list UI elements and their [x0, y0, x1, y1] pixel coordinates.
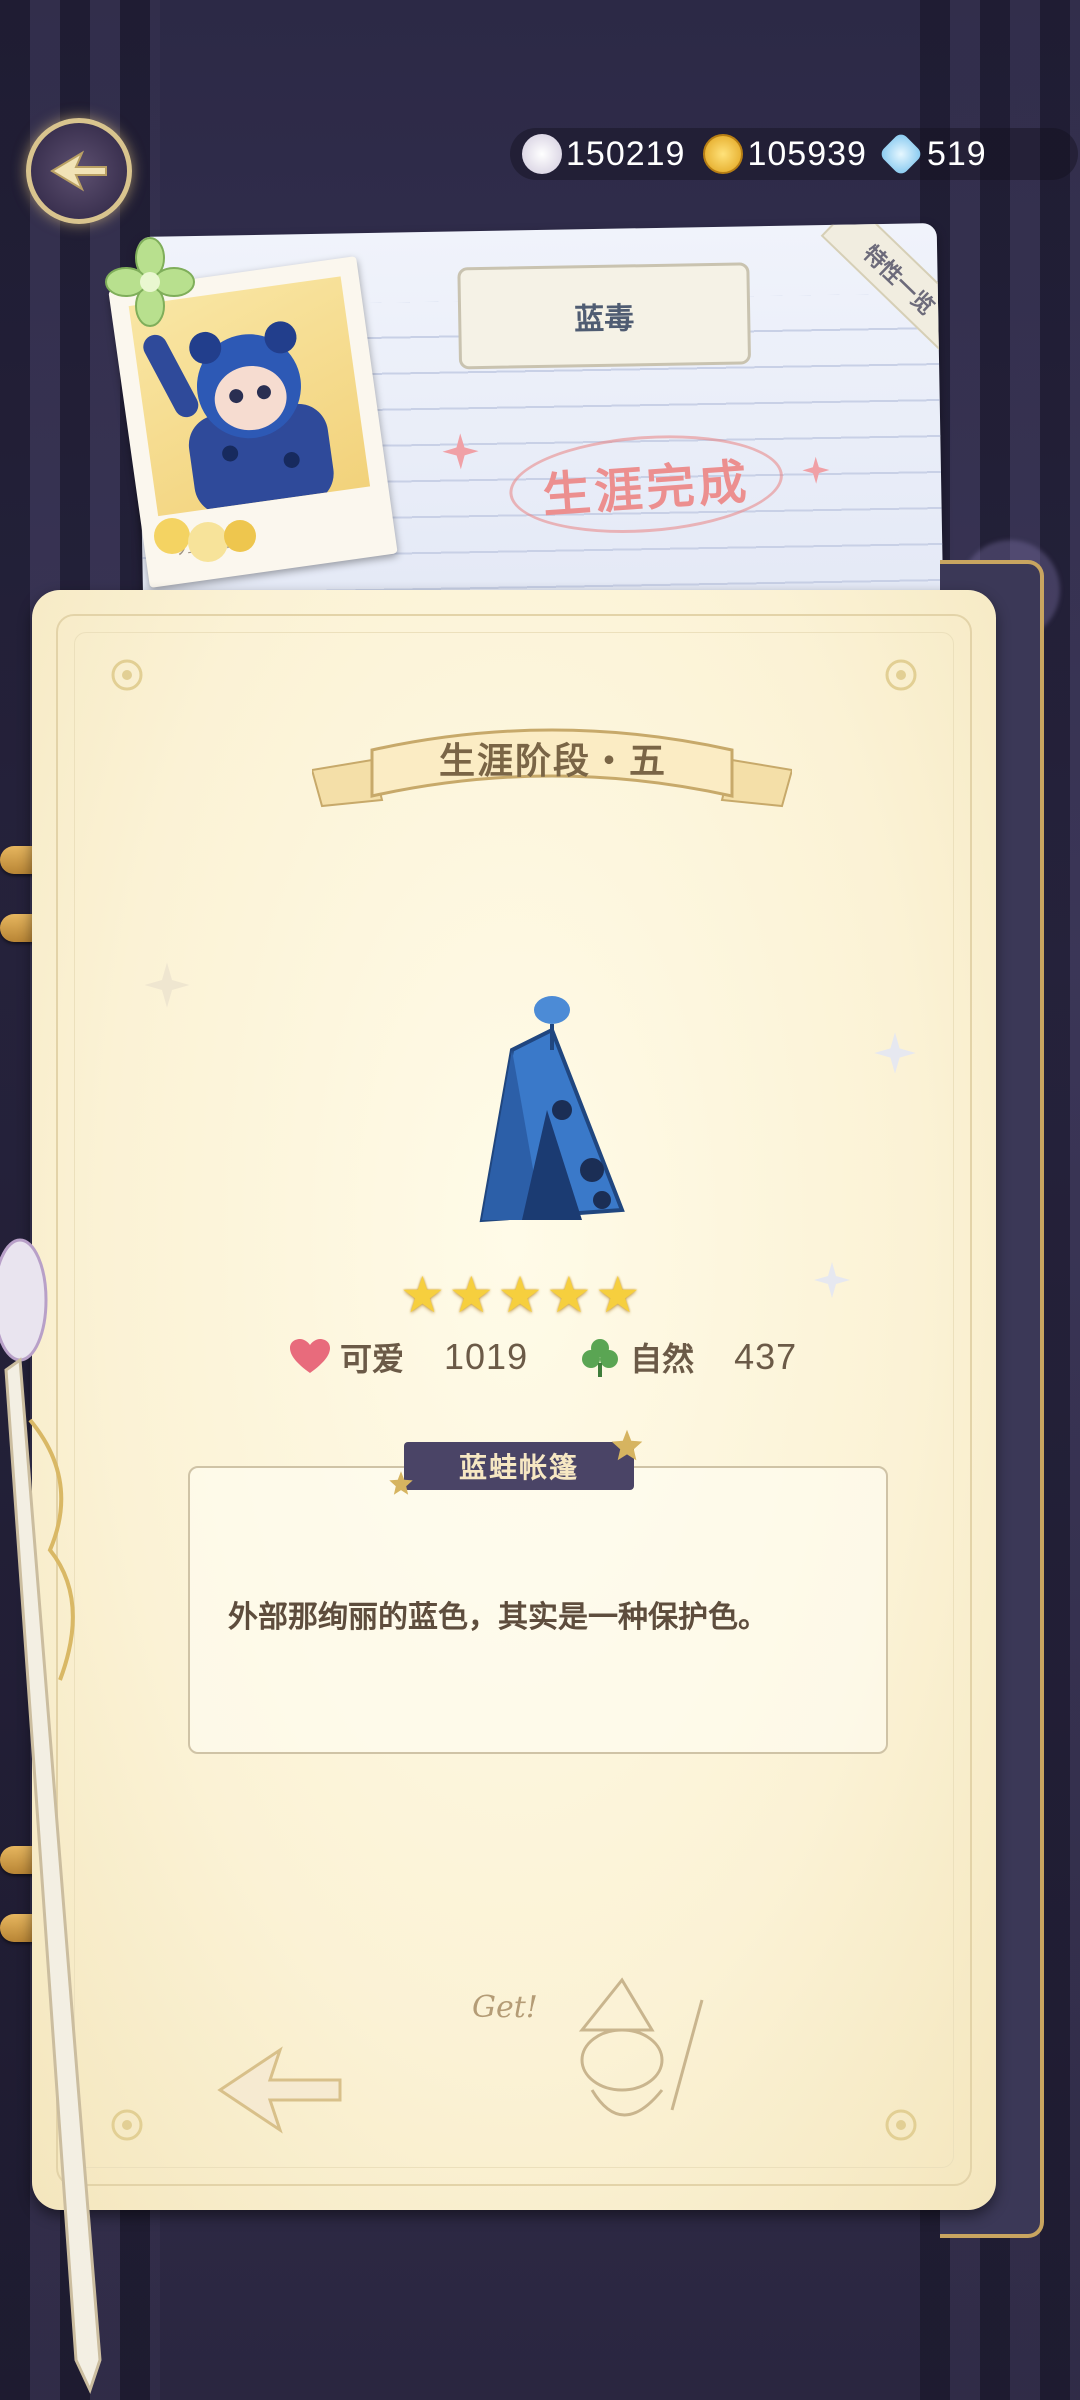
- page-border-inner: [74, 632, 954, 2168]
- resource-bar: 150219 105939 519: [510, 128, 1078, 180]
- star-icon: ★: [595, 1266, 641, 1324]
- sparkle-icon: [874, 1032, 916, 1074]
- doodle-decoration: Get!: [472, 1970, 732, 2150]
- item-description: 外部那绚丽的蓝色，其实是一种保护色。: [228, 1600, 768, 1635]
- item-name: 蓝蛙帐篷: [458, 1451, 579, 1484]
- sparkle-icon: [144, 962, 190, 1008]
- stat-cute-label: 可爱: [340, 1340, 405, 1378]
- star-icon: ★: [448, 1266, 494, 1324]
- heart-icon: [290, 1339, 330, 1373]
- arrow-ornament-icon: [217, 2046, 342, 2134]
- back-button[interactable]: [26, 118, 132, 224]
- doodle-text: Get!: [472, 1990, 538, 2025]
- character-name: 蓝毒: [573, 301, 635, 338]
- sparkle-icon: [442, 433, 479, 470]
- item-name-tab: 蓝蛙帐篷: [404, 1442, 634, 1490]
- gold-star-icon: [389, 1471, 413, 1495]
- yellow-flowers-icon: [154, 518, 256, 562]
- item-illustration-frog-tent[interactable]: [452, 990, 652, 1250]
- resource-shell[interactable]: 150219: [522, 134, 685, 174]
- stage-title: 生涯阶段・五: [438, 740, 667, 782]
- sparkle-icon: [814, 1262, 850, 1298]
- clover-icon: [582, 1339, 619, 1377]
- gold-value: 105939: [747, 134, 867, 173]
- gold-coin-icon: [703, 134, 744, 174]
- stat-nature-value: 437: [734, 1336, 798, 1377]
- shell-value: 150219: [566, 134, 686, 173]
- gold-star-icon: [611, 1429, 643, 1461]
- character-name-plate: 蓝毒: [457, 262, 752, 370]
- career-stage-page: 生涯阶段・五 ★ ★ ★ ★ ★ 可爱 1019 自然 437 蓝蛙帐篷 外部那…: [32, 590, 996, 2210]
- item-stats: 可爱 1019 自然 437: [290, 1334, 849, 1380]
- magic-wand-icon: [0, 1238, 102, 2395]
- stat-nature-label: 自然: [630, 1340, 695, 1378]
- crystal-gem-icon: [878, 131, 924, 177]
- star-icon: ★: [400, 1266, 445, 1324]
- stat-cute-value: 1019: [444, 1336, 529, 1377]
- star-icon: ★: [497, 1266, 543, 1324]
- career-complete-label: 生涯完成: [540, 453, 753, 525]
- resource-gold[interactable]: 105939: [703, 134, 866, 174]
- resource-crystal[interactable]: 519: [878, 131, 987, 177]
- crystal-value: 519: [926, 134, 987, 173]
- corner-ornament-icon: [111, 659, 143, 691]
- rarity-stars: ★ ★ ★ ★ ★: [400, 1270, 640, 1320]
- sparkle-icon: [802, 456, 830, 484]
- green-flower-icon: [105, 237, 195, 327]
- wizard-cat-doodle-icon: [578, 1977, 704, 2117]
- corner-ornament-icon: [885, 659, 917, 691]
- frog-tent-icon: [479, 996, 625, 1223]
- shell-icon: [522, 134, 562, 174]
- corner-ornament-icon: [885, 2109, 917, 2141]
- stage-banner: 生涯阶段・五: [310, 710, 794, 830]
- star-icon: ★: [546, 1266, 592, 1324]
- back-arrow-icon: [50, 150, 107, 192]
